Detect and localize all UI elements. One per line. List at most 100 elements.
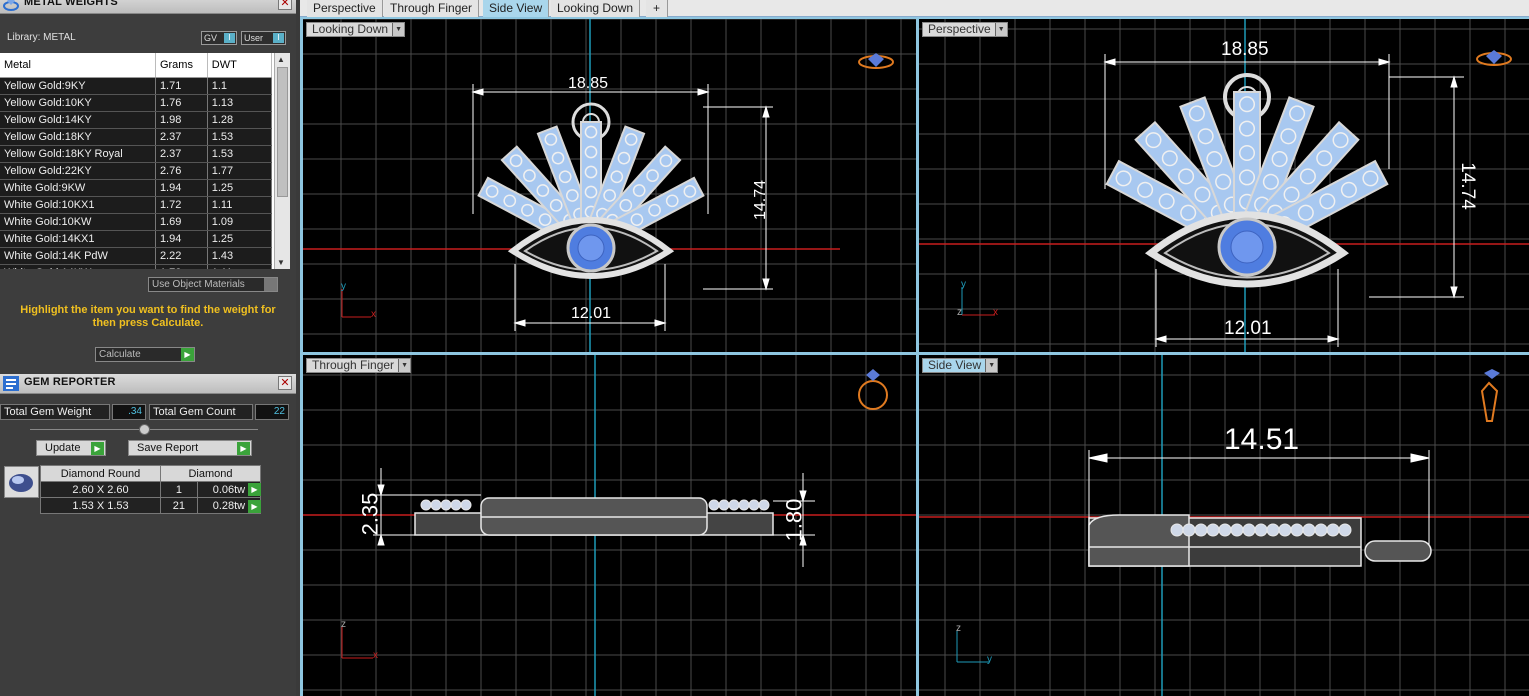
total-gem-weight-value: .34 xyxy=(112,404,146,420)
table-row[interactable]: Yellow Gold:22KY 2.76 1.77 xyxy=(0,162,273,180)
looking-down-canvas xyxy=(303,19,916,352)
through-finger-canvas xyxy=(303,355,916,696)
table-row[interactable]: Yellow Gold:18KY Royal 2.37 1.53 xyxy=(0,145,273,163)
table-row[interactable]: Yellow Gold:18KY 2.37 1.53 xyxy=(0,128,273,146)
metal-name: White Gold:9KW xyxy=(0,179,156,197)
scroll-down-icon[interactable]: ▼ xyxy=(277,258,285,267)
viewport-label-text: Looking Down xyxy=(312,22,389,36)
metal-dwt: 1.13 xyxy=(207,94,273,112)
dropdown-arrow-icon: ▼ xyxy=(994,23,1007,36)
dropdown-arrow-icon: ▼ xyxy=(398,359,411,372)
tab-perspective[interactable]: Perspective xyxy=(307,0,383,17)
metal-dwt: 1.25 xyxy=(207,230,273,248)
metal-name: White Gold:10KX1 xyxy=(0,196,156,214)
table-row[interactable]: White Gold:14KX1 1.94 1.25 xyxy=(0,230,273,248)
viewport-label-through-finger[interactable]: Through Finger ▼ xyxy=(306,358,412,373)
ring-view-icon[interactable] xyxy=(1476,50,1512,66)
use-object-materials-label: Use Object Materials xyxy=(152,279,245,290)
dropdown-arrow-icon: ▼ xyxy=(985,359,998,372)
col-header-metal[interactable]: Metal xyxy=(0,53,156,78)
total-gem-count-value: 22 xyxy=(255,404,289,420)
metal-weights-title: METAL WEIGHTS xyxy=(24,0,118,8)
calculate-button[interactable]: Calculate ▶ xyxy=(95,347,195,362)
width-dimension: 18.85 xyxy=(568,75,609,92)
axis-x-label: x xyxy=(373,650,378,661)
eye-pendant-side-y[interactable] xyxy=(1088,514,1432,567)
gv-toggle[interactable]: GV I xyxy=(201,31,237,45)
axis-x-label: x xyxy=(993,307,998,318)
table-row[interactable]: 1.53 X 1.53 21 0.28tw xyxy=(40,497,262,514)
viewport-perspective[interactable]: Perspective ▼ 18.85 14.74 12.01 y z x xyxy=(919,19,1529,352)
metal-grams: 2.76 xyxy=(155,162,208,180)
row-select-icon[interactable]: ▶ xyxy=(248,500,261,513)
table-row[interactable]: White Gold:10KW 1.69 1.09 xyxy=(0,213,273,231)
left-panel: METAL WEIGHTS ✕ Library: METAL GV I User… xyxy=(0,0,296,696)
user-toggle[interactable]: User I xyxy=(241,31,286,45)
metal-grams: 1.94 xyxy=(155,179,208,197)
table-row[interactable]: White Gold:9KW 1.94 1.25 xyxy=(0,179,273,197)
viewport-side-view[interactable]: Side View ▼ 14.51 z y xyxy=(919,355,1529,696)
metal-dwt: 1.53 xyxy=(207,145,273,163)
metal-grams: 2.22 xyxy=(155,247,208,265)
play-icon: ▶ xyxy=(91,442,104,455)
metal-weights-close-icon[interactable]: ✕ xyxy=(278,0,292,10)
metal-grams: 2.37 xyxy=(155,145,208,163)
table-row[interactable]: Yellow Gold:10KY 1.76 1.13 xyxy=(0,94,273,112)
left-dimension: 2.35 xyxy=(357,492,383,536)
table-row[interactable]: Yellow Gold:9KY 1.71 1.1 xyxy=(0,77,273,95)
metal-dwt: 1.28 xyxy=(207,111,273,129)
gem-reporter-icon xyxy=(2,375,20,392)
gem-size: 2.60 X 2.60 xyxy=(40,481,161,498)
viewport-label-perspective[interactable]: Perspective ▼ xyxy=(922,22,1008,37)
metal-weights-table: Metal Grams DWT Yellow Gold:9KY 1.71 1.1 Ye… xyxy=(0,53,290,269)
eye-pendant-top[interactable] xyxy=(477,102,705,279)
ring-side-icon[interactable] xyxy=(1480,369,1500,422)
tab-through-finger[interactable]: Through Finger xyxy=(384,0,480,17)
gem-col-type: Diamond xyxy=(160,465,261,482)
viewport-looking-down[interactable]: Looking Down ▼ 18.85 14.74 12.01 y x xyxy=(303,19,916,352)
axis-y-label: y xyxy=(961,279,966,290)
save-report-button[interactable]: Save Report ▶ xyxy=(128,440,252,456)
metal-dwt: 1.25 xyxy=(207,179,273,197)
table-row[interactable]: 2.60 X 2.60 1 0.06tw xyxy=(40,481,262,498)
height-dimension: 14.74 xyxy=(752,179,770,221)
table-row[interactable]: White Gold:14K PdW 2.22 1.43 xyxy=(0,247,273,265)
col-header-grams[interactable]: Grams xyxy=(155,53,208,78)
slider-handle[interactable] xyxy=(139,424,150,435)
metal-dwt: 1.43 xyxy=(207,247,273,265)
update-button[interactable]: Update ▶ xyxy=(36,440,106,456)
tab-looking-down[interactable]: Looking Down xyxy=(551,0,641,17)
col-header-dwt[interactable]: DWT xyxy=(207,53,273,78)
update-label: Update xyxy=(45,442,81,454)
ring-view-icon[interactable] xyxy=(858,53,894,69)
side-view-canvas xyxy=(919,355,1529,696)
metal-name: Yellow Gold:9KY xyxy=(0,77,156,95)
gem-col-shape: Diamond Round xyxy=(40,465,161,482)
axis-x-label: x xyxy=(371,309,376,320)
metal-name: Yellow Gold:22KY xyxy=(0,162,156,180)
eye-pendant-side-x[interactable] xyxy=(414,497,774,536)
metal-grams: 1.94 xyxy=(155,230,208,248)
table-row[interactable]: White Gold:10KX1 1.72 1.11 xyxy=(0,196,273,214)
save-report-label: Save Report xyxy=(137,442,199,454)
metal-table-scrollbar[interactable]: ▲ ▼ xyxy=(274,53,290,269)
use-object-materials-button[interactable]: Use Object Materials xyxy=(148,277,278,292)
metal-grams: 2.37 xyxy=(155,128,208,146)
table-row[interactable]: Yellow Gold:14KY 1.98 1.28 xyxy=(0,111,273,129)
row-select-icon[interactable]: ▶ xyxy=(248,483,261,496)
eye-pendant-perspective[interactable] xyxy=(1105,73,1389,288)
right-dimension: 1.80 xyxy=(781,498,807,542)
gem-reporter-close-icon[interactable]: ✕ xyxy=(278,376,292,390)
table-row[interactable]: White Gold:14KW1.721.11 xyxy=(0,264,273,269)
scroll-up-icon[interactable]: ▲ xyxy=(277,55,285,64)
viewport-through-finger[interactable]: Through Finger ▼ 2.35 1.80 z x xyxy=(303,355,916,696)
metal-grams: 1.76 xyxy=(155,94,208,112)
tab-side-view[interactable]: Side View xyxy=(483,0,550,17)
user-toggle-box: I xyxy=(273,33,284,43)
viewport-label-side-view[interactable]: Side View ▼ xyxy=(922,358,999,373)
axis-y-label: y xyxy=(341,281,346,292)
scrollbar-thumb[interactable] xyxy=(277,67,288,197)
metal-weights-titlebar: METAL WEIGHTS ✕ xyxy=(0,0,296,14)
add-tab-icon[interactable]: + xyxy=(646,0,669,17)
viewport-label-looking-down[interactable]: Looking Down ▼ xyxy=(306,22,406,37)
